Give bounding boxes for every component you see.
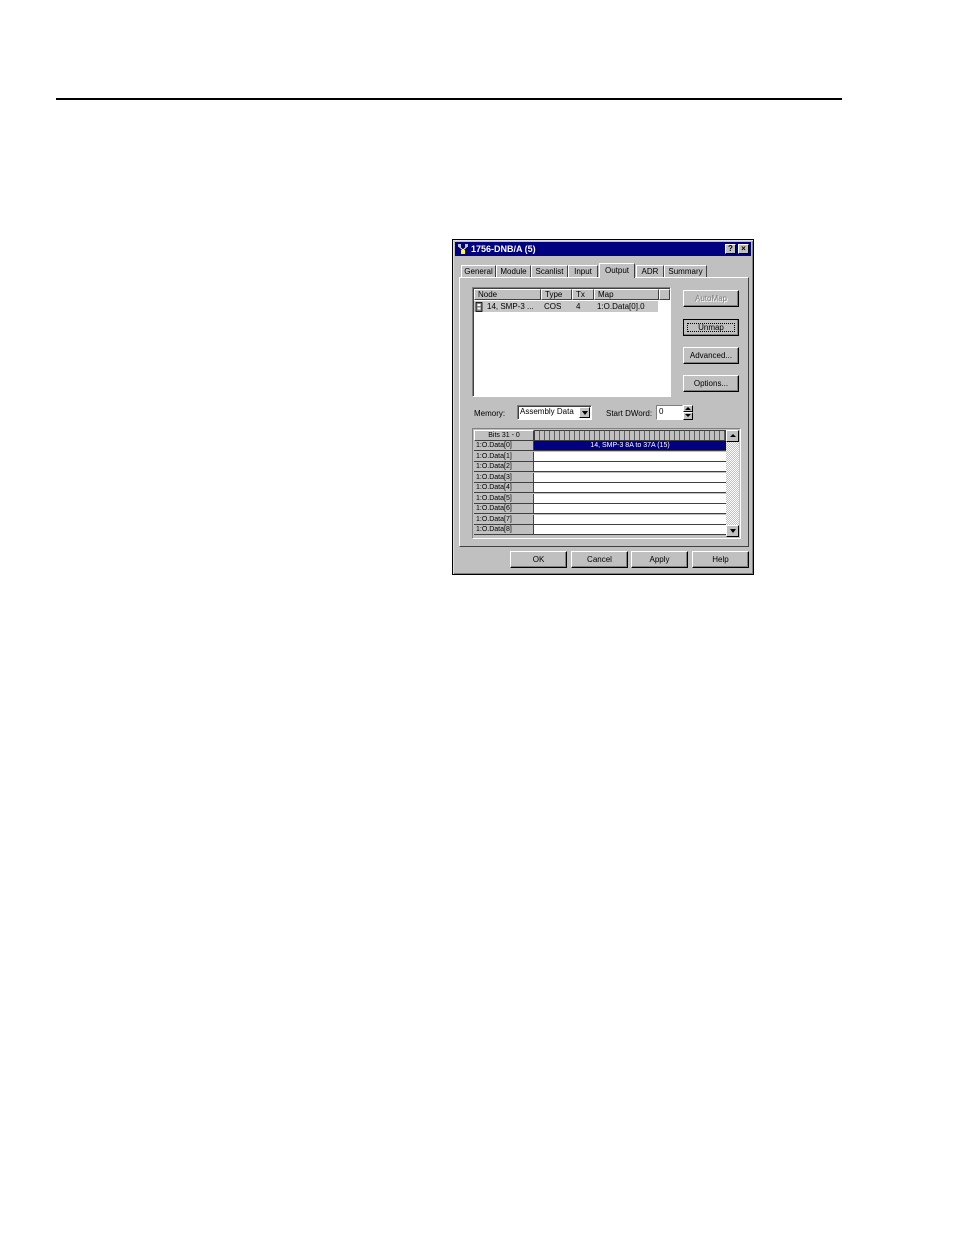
network-app-icon <box>458 244 468 254</box>
unmap-button[interactable]: Unmap <box>683 319 739 336</box>
bits-header: Bits 31 - 0 <box>474 430 534 441</box>
tab-output[interactable]: Output <box>599 263 635 278</box>
tab-module[interactable]: Module <box>496 265 531 277</box>
tab-scanlist[interactable]: Scanlist <box>531 265 568 277</box>
column-header-filler <box>659 289 670 300</box>
start-dword-spinner[interactable]: 0 <box>656 405 693 420</box>
spin-down-icon[interactable] <box>683 412 693 420</box>
row-mapping[interactable] <box>534 514 726 525</box>
dropdown-arrow-icon[interactable] <box>579 407 590 418</box>
start-dword-label: Start DWord: <box>606 409 653 418</box>
table-row[interactable]: 1:O.Data[1] <box>474 451 726 462</box>
spin-up-icon[interactable] <box>683 405 693 412</box>
memory-select[interactable]: Assembly Data <box>517 405 592 420</box>
ok-button[interactable]: OK <box>510 551 567 568</box>
table-row[interactable]: 1:O.Data[5] <box>474 493 726 504</box>
table-row[interactable]: 1:O.Data[4] <box>474 483 726 493</box>
row-mapping[interactable] <box>534 451 726 462</box>
tab-general[interactable]: General <box>461 265 496 277</box>
table-row[interactable]: 1:O.Data[6] <box>474 504 726 514</box>
table-row[interactable]: 1:O.Data[7] <box>474 514 726 525</box>
map-cell: 1:O.Data[0].0 <box>597 302 645 311</box>
tab-adr[interactable]: ADR <box>636 265 664 277</box>
column-header-map[interactable]: Map <box>594 289 659 300</box>
page-header-rule <box>56 98 842 100</box>
table-row[interactable]: 1:O.Data[0] 14, SMP-3 8A to 37A (15) <box>474 441 726 451</box>
row-label: 1:O.Data[3] <box>474 472 534 483</box>
row-label: 1:O.Data[6] <box>474 504 534 514</box>
dialog-window: 1756-DNB/A (5) ? × General Module Scanli… <box>452 239 754 575</box>
memory-label: Memory: <box>474 409 506 418</box>
row-mapping[interactable] <box>534 504 726 514</box>
row-label: 1:O.Data[0] <box>474 441 534 451</box>
automap-button[interactable]: AutoMap <box>683 290 739 307</box>
grid-vertical-scrollbar[interactable] <box>726 430 739 537</box>
options-button[interactable]: Options... <box>683 375 739 392</box>
scroll-up-icon[interactable] <box>726 430 739 442</box>
row-label: 1:O.Data[2] <box>474 462 534 472</box>
node-list-header: Node Type Tx Map <box>474 289 670 300</box>
table-row[interactable]: 1:O.Data[3] <box>474 472 726 483</box>
tx-cell: 4 <box>576 302 581 311</box>
tab-input[interactable]: Input <box>568 265 598 277</box>
bit-map-grid[interactable]: Bits 31 - 0 1:O.Data[0] 14, SMP-3 8A to … <box>472 428 741 539</box>
device-node-icon <box>475 302 483 312</box>
cancel-button[interactable]: Cancel <box>571 551 628 568</box>
advanced-button[interactable]: Advanced... <box>683 347 739 364</box>
row-label: 1:O.Data[4] <box>474 483 534 493</box>
column-header-tx[interactable]: Tx <box>572 289 594 300</box>
memory-select-value: Assembly Data <box>520 407 574 416</box>
row-mapping[interactable] <box>534 462 726 472</box>
tab-summary[interactable]: Summary <box>664 265 707 277</box>
help-title-button[interactable]: ? <box>725 244 736 254</box>
scroll-down-icon[interactable] <box>726 525 739 537</box>
row-mapping[interactable]: 14, SMP-3 8A to 37A (15) <box>534 441 726 451</box>
row-mapping[interactable] <box>534 525 726 535</box>
scanlist-node-list[interactable]: Node Type Tx Map 14, SMP-3 ... COS 4 1:O… <box>472 287 671 397</box>
row-label: 1:O.Data[1] <box>474 451 534 462</box>
row-label: 1:O.Data[5] <box>474 493 534 504</box>
table-row[interactable]: 1:O.Data[2] <box>474 462 726 472</box>
row-mapping[interactable] <box>534 472 726 483</box>
row-label: 1:O.Data[8] <box>474 525 534 535</box>
type-cell: COS <box>544 302 562 311</box>
start-dword-input[interactable]: 0 <box>656 405 683 420</box>
dialog-title: 1756-DNB/A (5) <box>471 244 536 254</box>
bit-columns-header <box>534 430 726 441</box>
row-label: 1:O.Data[7] <box>474 514 534 525</box>
close-button[interactable]: × <box>738 244 749 254</box>
column-header-node[interactable]: Node <box>474 289 541 300</box>
help-button[interactable]: Help <box>692 551 749 568</box>
table-row[interactable]: 1:O.Data[8] <box>474 525 726 536</box>
title-bar[interactable]: 1756-DNB/A (5) ? × <box>455 242 751 256</box>
column-header-type[interactable]: Type <box>541 289 572 300</box>
row-mapping[interactable] <box>534 483 726 493</box>
output-tab-panel: Node Type Tx Map 14, SMP-3 ... COS 4 1:O… <box>459 277 749 547</box>
apply-button[interactable]: Apply <box>631 551 688 568</box>
list-item[interactable]: 14, SMP-3 ... COS 4 1:O.Data[0].0 <box>474 301 669 312</box>
node-cell: 14, SMP-3 ... <box>487 302 534 311</box>
row-mapping[interactable] <box>534 493 726 504</box>
